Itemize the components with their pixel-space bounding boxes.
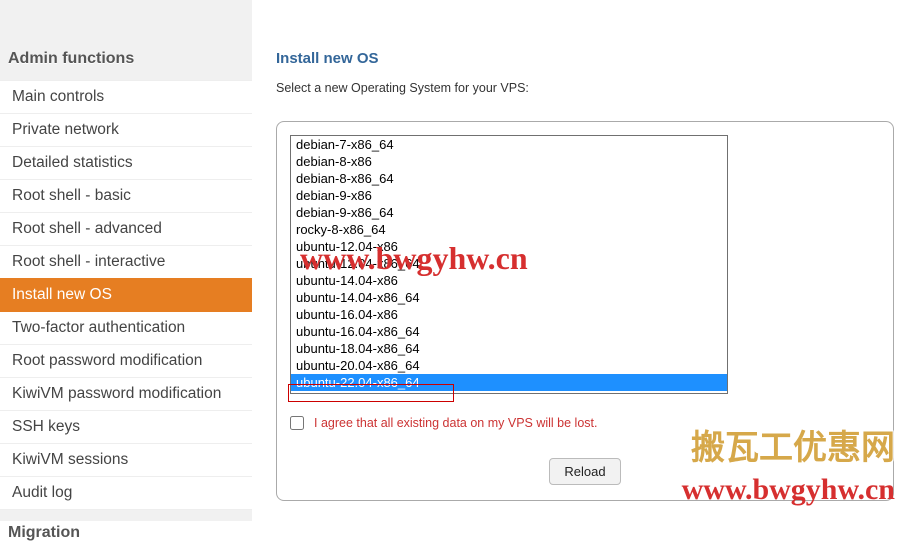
os-option[interactable]: ubuntu-20.04-x86_64 (291, 357, 727, 374)
os-option[interactable]: debian-7-x86_64 (291, 136, 727, 153)
os-option[interactable]: debian-9-x86 (291, 187, 727, 204)
sidebar-item-two-factor-authentication[interactable]: Two-factor authentication (0, 311, 252, 344)
os-option[interactable]: ubuntu-14.04-x86 (291, 272, 727, 289)
os-option[interactable]: ubuntu-16.04-x86 (291, 306, 727, 323)
agree-row: I agree that all existing data on my VPS… (290, 416, 880, 430)
os-option[interactable]: ubuntu-18.04-x86_64 (291, 340, 727, 357)
sidebar-header-admin: Admin functions (0, 40, 252, 80)
os-option[interactable]: debian-8-x86 (291, 153, 727, 170)
reload-button[interactable]: Reload (549, 458, 620, 485)
os-option[interactable]: ubuntu-14.04-x86_64 (291, 289, 727, 306)
os-option[interactable]: ubuntu-12.04-x86 (291, 238, 727, 255)
os-option[interactable]: ubuntu-16.04-x86_64 (291, 323, 727, 340)
sidebar-item-root-shell-interactive[interactable]: Root shell - interactive (0, 245, 252, 278)
sidebar-item-root-shell-basic[interactable]: Root shell - basic (0, 179, 252, 212)
os-select[interactable]: debian-7-x86_64debian-8-x86debian-8-x86_… (290, 135, 728, 394)
page-title: Install new OS (276, 50, 907, 67)
sidebar-item-private-network[interactable]: Private network (0, 113, 252, 146)
agree-checkbox[interactable] (290, 416, 304, 430)
sidebar: Admin functions Main controlsPrivate net… (0, 0, 252, 521)
os-option[interactable]: debian-9-x86_64 (291, 204, 727, 221)
sidebar-item-root-shell-advanced[interactable]: Root shell - advanced (0, 212, 252, 245)
sidebar-item-main-controls[interactable]: Main controls (0, 80, 252, 113)
os-option[interactable]: rocky-8-x86_64 (291, 221, 727, 238)
page-subtitle: Select a new Operating System for your V… (276, 81, 907, 95)
os-option[interactable]: ubuntu-22.04-x86_64 (291, 374, 727, 391)
os-option[interactable]: ubuntu-12.04-x86_64 (291, 255, 727, 272)
sidebar-item-kiwivm-sessions[interactable]: KiwiVM sessions (0, 443, 252, 476)
sidebar-item-kiwivm-password-modification[interactable]: KiwiVM password modification (0, 377, 252, 410)
sidebar-item-install-new-os[interactable]: Install new OS (0, 278, 252, 311)
agree-label: I agree that all existing data on my VPS… (314, 416, 597, 430)
sidebar-item-detailed-statistics[interactable]: Detailed statistics (0, 146, 252, 179)
os-option[interactable]: debian-8-x86_64 (291, 170, 727, 187)
os-card: debian-7-x86_64debian-8-x86debian-8-x86_… (276, 121, 894, 501)
sidebar-item-audit-log[interactable]: Audit log (0, 476, 252, 510)
sidebar-header-migration: Migration (0, 510, 252, 554)
sidebar-item-root-password-modification[interactable]: Root password modification (0, 344, 252, 377)
main-content: Install new OS Select a new Operating Sy… (252, 0, 907, 521)
sidebar-item-ssh-keys[interactable]: SSH keys (0, 410, 252, 443)
